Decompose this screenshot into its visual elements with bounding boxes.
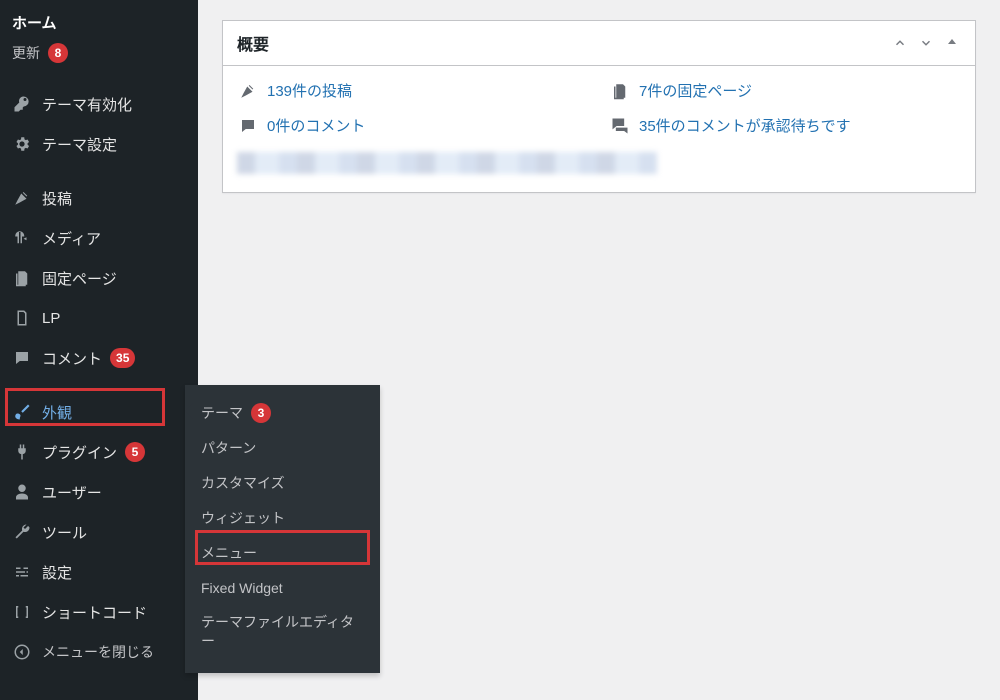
- gear-icon: [12, 135, 32, 153]
- sidebar-label: コメント: [42, 348, 102, 369]
- sidebar-item-comments[interactable]: コメント 35: [0, 338, 198, 378]
- sidebar-label: 投稿: [42, 188, 72, 209]
- overview-link-pages[interactable]: 7件の固定ページ: [639, 80, 752, 101]
- sidebar-label: ユーザー: [42, 482, 102, 503]
- sidebar-item-theme-settings[interactable]: テーマ設定: [0, 124, 198, 164]
- sliders-icon: [12, 563, 32, 581]
- sidebar-item-shortcode[interactable]: ショートコード: [0, 592, 198, 632]
- submenu-label: テーマ: [201, 404, 243, 423]
- sidebar-item-settings[interactable]: 設定: [0, 552, 198, 592]
- overview-box: 概要 139件の投稿 7件の固定ページ: [222, 20, 976, 193]
- submenu-item-menus[interactable]: メニュー: [185, 536, 380, 571]
- sidebar-label: テーマ有効化: [42, 94, 132, 115]
- submenu-label: パターン: [201, 439, 256, 458]
- move-down-icon[interactable]: [917, 36, 935, 50]
- sidebar-label: メニューを閉じる: [42, 642, 154, 662]
- sidebar-item-collapse[interactable]: メニューを閉じる: [0, 632, 198, 672]
- submenu-item-theme-editor[interactable]: テーマファイルエディター: [185, 605, 380, 659]
- overview-pages: 7件の固定ページ: [609, 80, 961, 101]
- sidebar-label: ツール: [42, 522, 87, 543]
- key-icon: [12, 95, 32, 113]
- sidebar-label-updates: 更新: [12, 43, 40, 63]
- box-controls: [891, 36, 961, 50]
- submenu-label: テーマファイルエディター: [201, 613, 364, 651]
- sidebar-item-lp[interactable]: LP: [0, 298, 198, 338]
- pages-icon: [609, 82, 631, 100]
- admin-sidebar: ホーム 更新 8 テーマ有効化 テーマ設定 投稿 メディア 固定ページ: [0, 0, 198, 700]
- move-up-icon[interactable]: [891, 36, 909, 50]
- submenu-item-customize[interactable]: カスタマイズ: [185, 466, 380, 501]
- page-icon: [12, 309, 32, 327]
- pin-icon: [237, 82, 259, 100]
- sidebar-item-users[interactable]: ユーザー: [0, 472, 198, 512]
- sidebar-label: 固定ページ: [42, 268, 117, 289]
- sidebar-item-updates[interactable]: 更新 8: [0, 36, 198, 70]
- sidebar-item-posts[interactable]: 投稿: [0, 178, 198, 218]
- sidebar-label: メディア: [42, 228, 101, 249]
- sidebar-label: LP: [42, 310, 60, 327]
- submenu-item-themes[interactable]: テーマ 3: [185, 395, 380, 431]
- overview-header: 概要: [223, 21, 975, 66]
- submenu-label: ウィジェット: [201, 509, 285, 528]
- submenu-label: メニュー: [201, 544, 257, 563]
- brush-icon: [12, 403, 32, 421]
- sidebar-item-appearance[interactable]: 外観: [0, 392, 198, 432]
- media-icon: [12, 229, 32, 247]
- submenu-item-widgets[interactable]: ウィジェット: [185, 501, 380, 536]
- comments-stack-icon: [609, 116, 631, 136]
- overview-pending: 35件のコメントが承認待ちです: [609, 115, 961, 136]
- collapse-icon: [12, 643, 32, 661]
- sidebar-item-plugins[interactable]: プラグイン 5: [0, 432, 198, 472]
- appearance-submenu: テーマ 3 パターン カスタマイズ ウィジェット メニュー Fixed Widg…: [185, 385, 380, 673]
- comments-badge: 35: [110, 348, 135, 368]
- submenu-item-patterns[interactable]: パターン: [185, 431, 380, 466]
- brackets-icon: [12, 603, 32, 621]
- submenu-item-fixed-widget[interactable]: Fixed Widget: [185, 571, 380, 606]
- sidebar-item-theme-activation[interactable]: テーマ有効化: [0, 84, 198, 124]
- overview-link-posts[interactable]: 139件の投稿: [267, 80, 352, 101]
- sidebar-label: プラグイン: [42, 442, 117, 463]
- overview-posts: 139件の投稿: [237, 80, 589, 101]
- themes-badge: 3: [251, 403, 271, 423]
- plugins-badge: 5: [125, 442, 145, 462]
- sidebar-label: 設定: [42, 562, 72, 583]
- overview-title: 概要: [237, 31, 269, 55]
- overview-body: 139件の投稿 7件の固定ページ 0件のコメント: [223, 66, 975, 192]
- pin-icon: [12, 189, 32, 207]
- sidebar-item-tools[interactable]: ツール: [0, 512, 198, 552]
- updates-badge: 8: [48, 43, 68, 63]
- sidebar-item-media[interactable]: メディア: [0, 218, 198, 258]
- sidebar-label: テーマ設定: [42, 134, 117, 155]
- plug-icon: [12, 443, 32, 461]
- redacted-text: [237, 152, 657, 174]
- sidebar-label-home: ホーム: [12, 12, 57, 33]
- wrench-icon: [12, 523, 32, 541]
- overview-link-comments[interactable]: 0件のコメント: [267, 115, 365, 136]
- pages-icon: [12, 269, 32, 287]
- sidebar-label: ショートコード: [42, 602, 147, 623]
- sidebar-item-pages[interactable]: 固定ページ: [0, 258, 198, 298]
- overview-link-pending[interactable]: 35件のコメントが承認待ちです: [639, 115, 851, 136]
- comment-icon: [12, 349, 32, 367]
- toggle-icon[interactable]: [943, 36, 961, 50]
- submenu-label: カスタマイズ: [201, 474, 285, 493]
- comment-icon: [237, 117, 259, 135]
- main-content: 概要 139件の投稿 7件の固定ページ: [198, 0, 1000, 213]
- overview-comments: 0件のコメント: [237, 115, 589, 136]
- sidebar-label: 外観: [42, 402, 72, 423]
- submenu-label: Fixed Widget: [201, 579, 283, 598]
- sidebar-item-home[interactable]: ホーム: [0, 0, 198, 36]
- user-icon: [12, 483, 32, 501]
